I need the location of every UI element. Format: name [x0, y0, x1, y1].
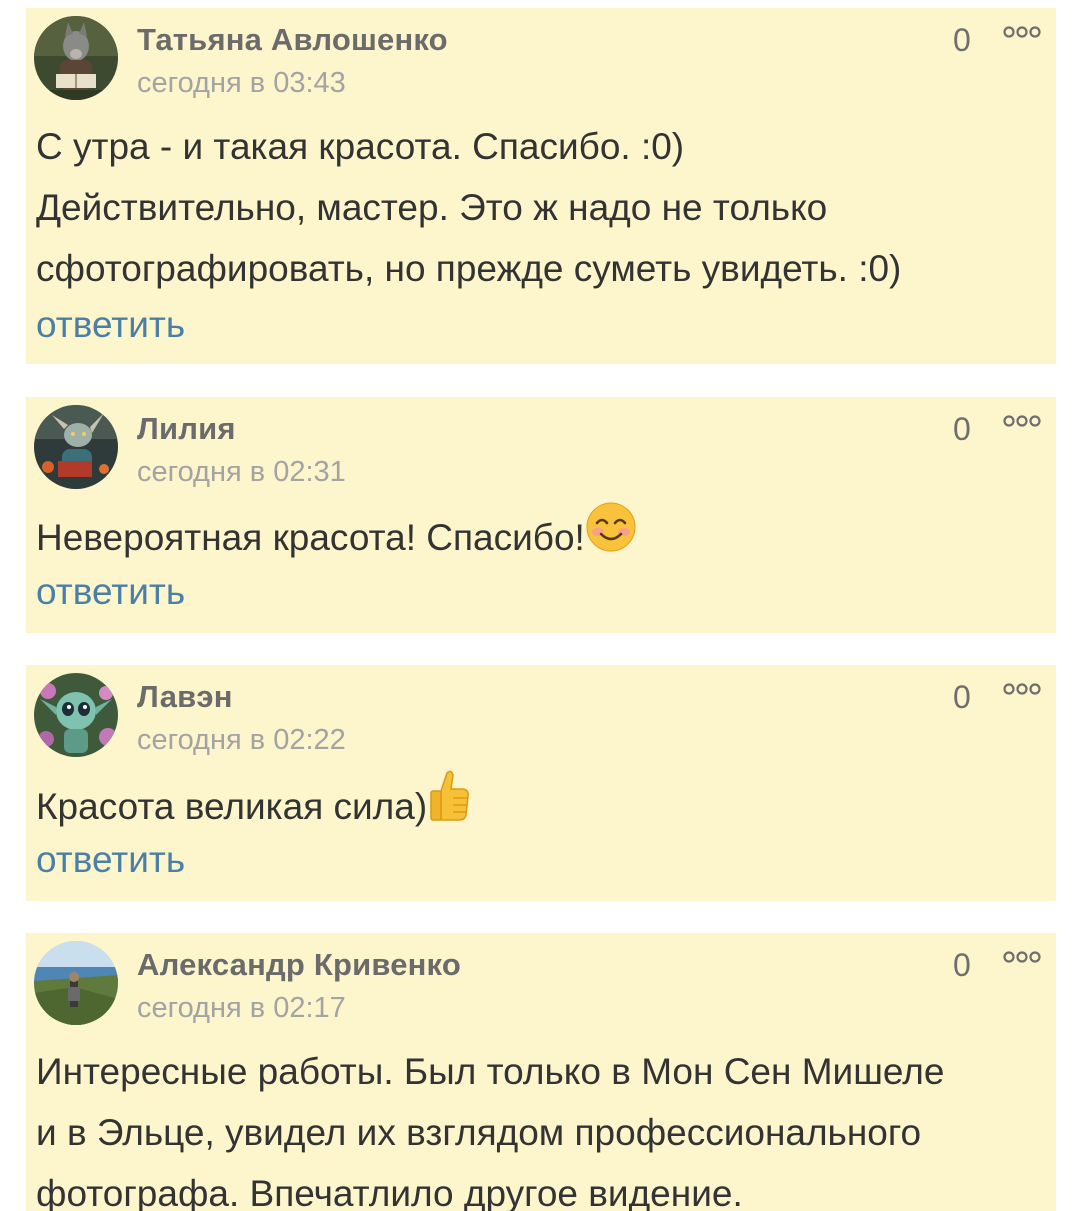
comment-text: Невероятная красота! Спасибо!: [36, 502, 1046, 575]
avatar[interactable]: [34, 16, 118, 100]
comment-timestamp: сегодня в 02:17: [137, 992, 346, 1024]
comment-timestamp: сегодня в 03:43: [137, 67, 346, 99]
reply-link[interactable]: ответить: [36, 571, 185, 613]
more-options-icon[interactable]: [1001, 947, 1043, 967]
author-name[interactable]: Лилия: [137, 411, 236, 447]
author-name[interactable]: Лавэн: [137, 679, 233, 715]
comment-timestamp: сегодня в 02:22: [137, 724, 346, 756]
dragon-reading-avatar-icon: [34, 405, 118, 489]
rating-count: 0: [953, 679, 971, 715]
rating-count: 0: [953, 947, 971, 983]
reply-link[interactable]: ответить: [36, 839, 185, 881]
thumbs-up-emoji: [427, 769, 471, 841]
comment-text-line: фотографа. Впечатлило другое видение.: [36, 1173, 743, 1211]
author-name[interactable]: Александр Кривенко: [137, 947, 461, 983]
comment-text: Интересные работы. Был только в Мон Сен …: [36, 1041, 1046, 1211]
alien-creature-avatar-icon: [34, 673, 118, 757]
more-options-icon[interactable]: [1001, 679, 1043, 699]
comment-text-line: Невероятная красота! Спасибо!: [36, 516, 585, 558]
comment-text: С утра - и такая красота. Спасибо. :0) Д…: [36, 116, 1046, 299]
more-options-icon[interactable]: [1001, 22, 1043, 42]
comment-text-line: сфотографировать, но прежде суметь увиде…: [36, 248, 902, 289]
comment-card: Лавэн сегодня в 02:22 0 Красота великая …: [26, 665, 1056, 901]
landscape-photo-avatar-icon: [34, 941, 118, 1025]
comment-text-line: и в Эльце, увидел их взглядом профессион…: [36, 1112, 922, 1153]
comment-card: Лилия сегодня в 02:31 0 Невероятная крас…: [26, 397, 1056, 633]
rating-count: 0: [953, 22, 971, 58]
more-options-icon[interactable]: [1001, 411, 1043, 431]
avatar[interactable]: [34, 941, 118, 1025]
avatar[interactable]: [34, 405, 118, 489]
comment-text: Красота великая сила): [36, 770, 1046, 845]
avatar[interactable]: [34, 673, 118, 757]
rating-count: 0: [953, 411, 971, 447]
author-name[interactable]: Татьяна Авлошенко: [137, 22, 448, 58]
reply-link[interactable]: ответить: [36, 304, 185, 346]
comment-text-line: Красота великая сила): [36, 785, 428, 827]
smiling-face-emoji: [585, 501, 637, 571]
comment-text-line: Действительно, мастер. Это ж надо не тол…: [36, 187, 828, 228]
wolf-reading-avatar-icon: [34, 16, 118, 100]
comment-card: Александр Кривенко сегодня в 02:17 0 Инт…: [26, 933, 1056, 1211]
comment-text-line: С утра - и такая красота. Спасибо. :0): [36, 126, 685, 167]
comment-text-line: Интересные работы. Был только в Мон Сен …: [36, 1051, 945, 1092]
comment-timestamp: сегодня в 02:31: [137, 456, 346, 488]
comment-card: Татьяна Авлошенко сегодня в 03:43 0 С ут…: [26, 8, 1056, 364]
